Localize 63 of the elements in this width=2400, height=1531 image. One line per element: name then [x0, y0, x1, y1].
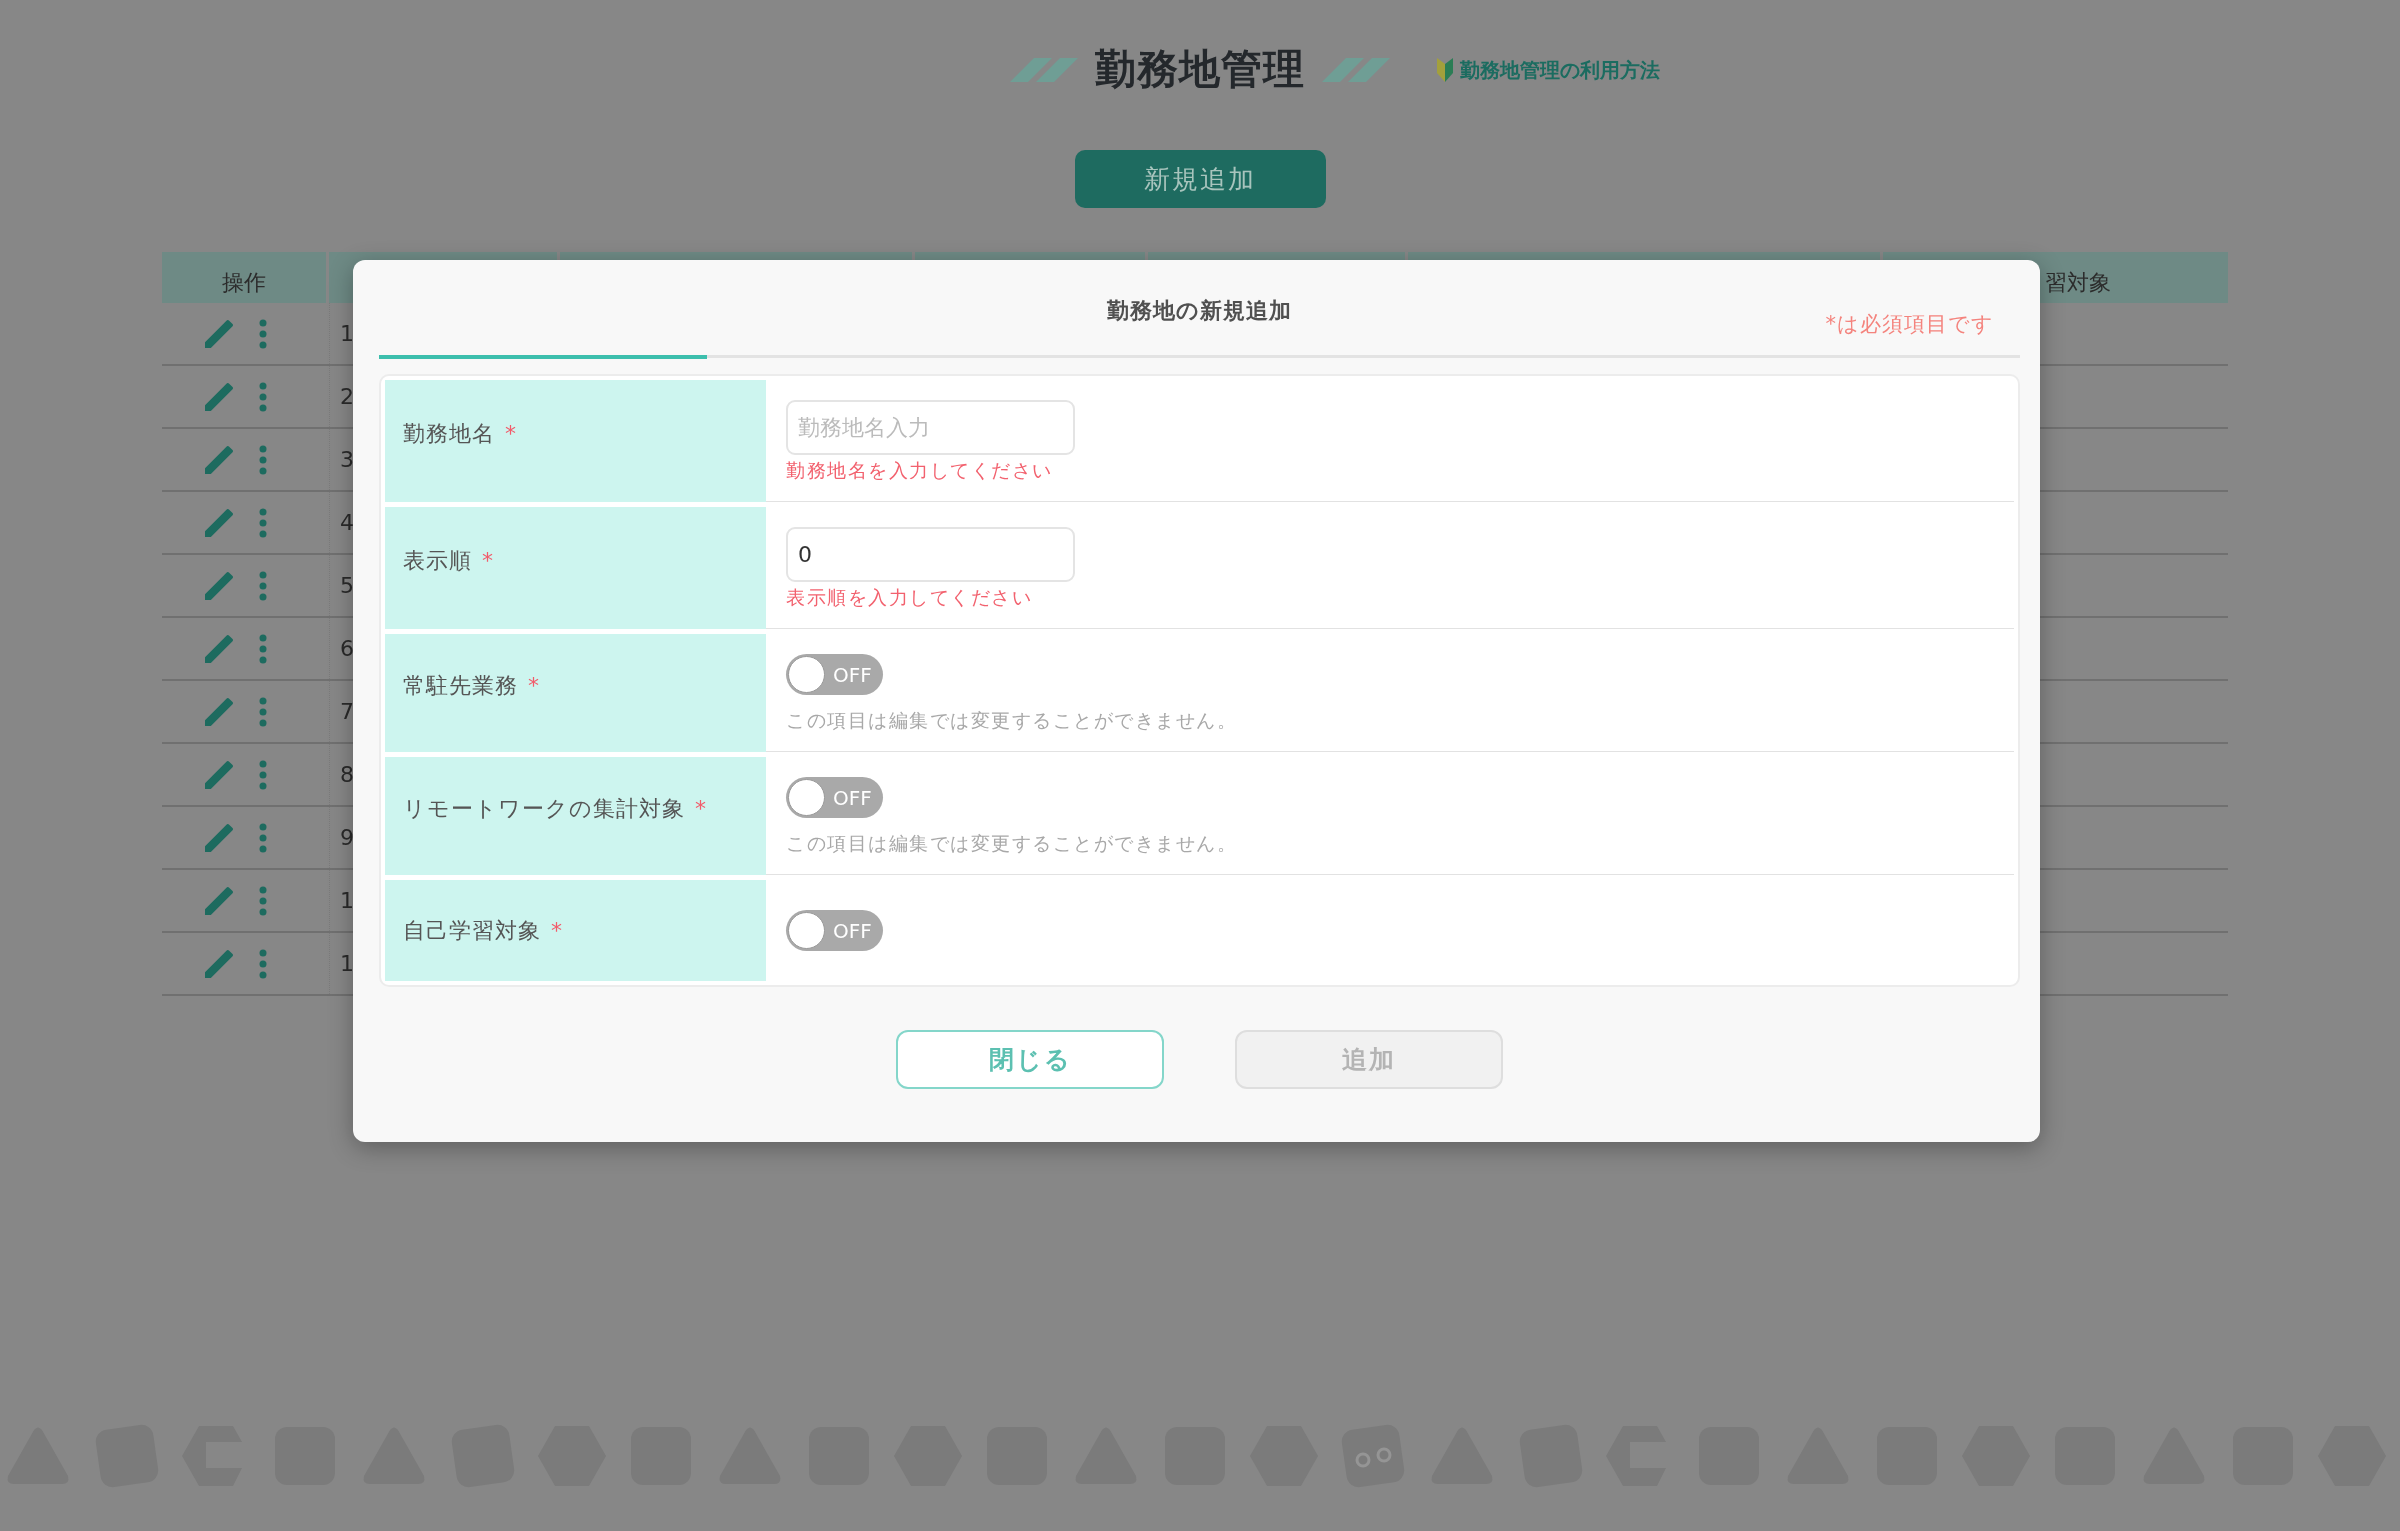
- double-slash-icon: [1010, 58, 1078, 82]
- vertical-dots-icon[interactable]: [259, 696, 267, 727]
- pencil-icon[interactable]: [205, 382, 233, 411]
- row-number: 5: [340, 572, 354, 600]
- row-number: 1: [340, 320, 354, 348]
- required-mark: *: [528, 671, 540, 700]
- vertical-dots-icon[interactable]: [259, 444, 267, 475]
- required-mark: *: [482, 546, 494, 575]
- error-message: 表示順を入力してください: [786, 586, 1032, 608]
- help-text: この項目は編集では変更することができません。: [786, 709, 1237, 731]
- field-label: 勤務地名: [403, 419, 495, 448]
- column-header: 習対象: [2045, 269, 2111, 297]
- help-link[interactable]: 勤務地管理の利用方法: [1437, 55, 1660, 85]
- row-number: 1: [340, 887, 354, 915]
- input-field[interactable]: 勤務地名入力: [786, 400, 1075, 455]
- pencil-icon[interactable]: [205, 445, 233, 474]
- required-mark: *: [695, 794, 707, 823]
- pencil-icon[interactable]: [205, 760, 233, 789]
- row-number: 9: [340, 824, 354, 852]
- required-mark: *: [551, 917, 563, 945]
- vertical-dots-icon[interactable]: [259, 948, 267, 979]
- row-number: 7: [340, 698, 354, 726]
- toggle-switch[interactable]: OFF: [786, 777, 883, 818]
- row-number: 6: [340, 635, 354, 663]
- dialog-title: 勤務地の新規追加: [1107, 297, 1292, 325]
- pencil-icon[interactable]: [205, 319, 233, 348]
- input-field[interactable]: 0: [786, 527, 1075, 582]
- column-header: 操作: [222, 269, 266, 297]
- pencil-icon[interactable]: [205, 508, 233, 537]
- field-label: 表示順: [403, 546, 472, 575]
- row-number: 2: [340, 383, 354, 411]
- error-message: 勤務地名を入力してください: [786, 459, 1053, 481]
- page-title: 勤務地管理: [1095, 45, 1305, 95]
- vertical-dots-icon[interactable]: [259, 507, 267, 538]
- pencil-icon[interactable]: [205, 634, 233, 663]
- pencil-icon[interactable]: [205, 949, 233, 978]
- beginner-mark-icon: [1437, 58, 1453, 82]
- vertical-dots-icon[interactable]: [259, 570, 267, 601]
- help-text: この項目は編集では変更することができません。: [786, 832, 1237, 854]
- field-label: 自己学習対象: [403, 917, 541, 945]
- pencil-icon[interactable]: [205, 571, 233, 600]
- close-button[interactable]: 閉じる: [896, 1030, 1164, 1089]
- double-slash-icon: [1322, 58, 1390, 82]
- vertical-dots-icon[interactable]: [259, 633, 267, 664]
- pencil-icon[interactable]: [205, 886, 233, 915]
- required-note: *は必須項目です: [1825, 311, 1994, 338]
- required-mark: *: [505, 419, 517, 448]
- vertical-dots-icon[interactable]: [259, 822, 267, 853]
- vertical-dots-icon[interactable]: [259, 318, 267, 349]
- vertical-dots-icon[interactable]: [259, 381, 267, 412]
- new-button[interactable]: 新規追加: [1074, 150, 1326, 208]
- field-label: リモートワークの集計対象: [403, 794, 685, 823]
- field-label: 常駐先業務: [403, 671, 518, 700]
- row-number: 3: [340, 446, 354, 474]
- toggle-switch[interactable]: OFF: [786, 654, 883, 695]
- row-number: 1: [340, 950, 354, 978]
- row-number: 8: [340, 761, 354, 789]
- toggle-switch[interactable]: OFF: [786, 910, 883, 951]
- pencil-icon[interactable]: [205, 697, 233, 726]
- vertical-dots-icon[interactable]: [259, 759, 267, 790]
- vertical-dots-icon[interactable]: [259, 885, 267, 916]
- row-number: 4: [340, 509, 354, 537]
- pencil-icon[interactable]: [205, 823, 233, 852]
